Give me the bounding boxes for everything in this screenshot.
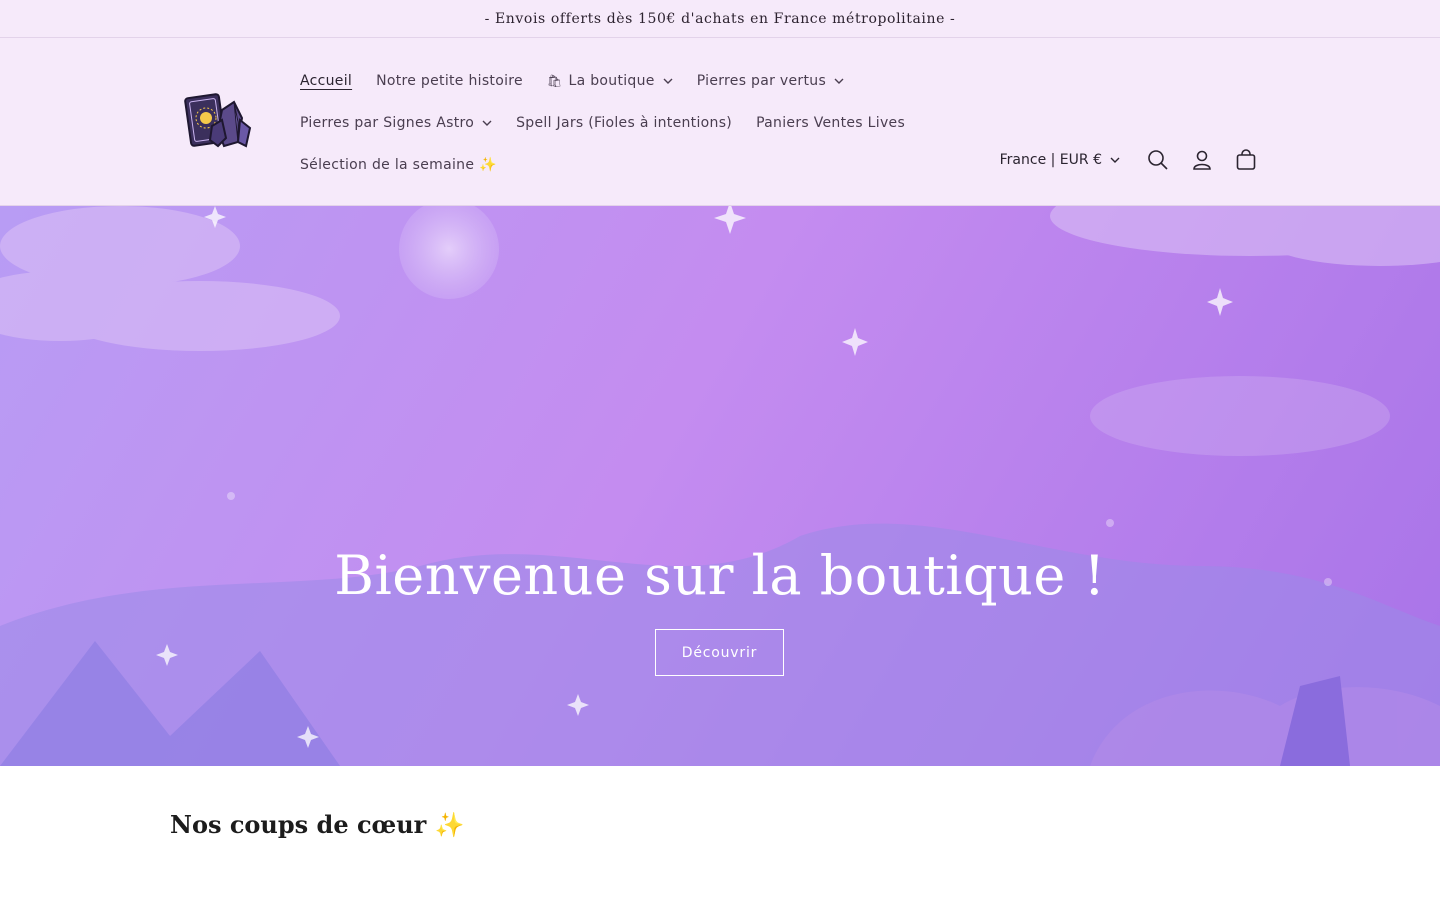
featured-section-title: Nos coups de cœur ✨ (170, 810, 465, 839)
main-navigation: Accueil Notre petite histoire 🛍 La bouti… (288, 60, 988, 186)
account-icon (1193, 150, 1211, 170)
nav-item-accueil[interactable]: Accueil (288, 73, 364, 89)
nav-item-label: Pierres par vertus (696, 73, 827, 89)
search-button[interactable] (1136, 138, 1180, 182)
nav-item-spell-jars[interactable]: Spell Jars (Fioles à intentions) (504, 115, 744, 131)
header-actions: France | EUR € (1000, 138, 1268, 182)
hero-background-illustration (0, 206, 1440, 766)
nav-item-selection-de-la-semaine[interactable]: Sélection de la semaine ✨ (288, 157, 509, 173)
country-currency-selector[interactable]: France | EUR € (1000, 152, 1120, 168)
discover-button[interactable]: Découvrir (655, 629, 784, 676)
nav-item-label: Pierres par Signes Astro (300, 115, 475, 131)
search-icon (1148, 150, 1168, 170)
site-logo[interactable] (182, 90, 252, 156)
chevron-down-icon (663, 78, 673, 84)
country-selector-label: France | EUR € (999, 152, 1102, 168)
hero-title: Bienvenue sur la boutique ! (334, 544, 1106, 607)
shopping-bag-icon: 🛍 (546, 74, 563, 88)
nav-row-3: Sélection de la semaine ✨ (288, 144, 988, 186)
nav-item-label: Accueil (300, 73, 353, 89)
chevron-down-icon (482, 120, 492, 126)
cart-button[interactable] (1224, 138, 1268, 182)
nav-item-label: Notre petite histoire (376, 73, 523, 89)
nav-item-notre-petite-histoire[interactable]: Notre petite histoire (364, 73, 535, 89)
hero-banner: Bienvenue sur la boutique ! Découvrir (0, 206, 1440, 766)
nav-item-label: Spell Jars (Fioles à intentions) (516, 115, 733, 131)
nav-row-1: Accueil Notre petite histoire 🛍 La bouti… (288, 60, 988, 102)
nav-item-label: Sélection de la semaine ✨ (300, 157, 497, 173)
nav-item-pierres-par-vertus[interactable]: Pierres par vertus (685, 73, 856, 89)
account-button[interactable] (1180, 138, 1224, 182)
announcement-bar: - Envois offerts dès 150€ d'achats en Fr… (0, 0, 1440, 38)
announcement-text: - Envois offerts dès 150€ d'achats en Fr… (484, 10, 956, 27)
nav-row-2: Pierres par Signes Astro Spell Jars (Fio… (288, 102, 988, 144)
cart-icon (1236, 149, 1256, 170)
nav-item-la-boutique[interactable]: 🛍 La boutique (535, 73, 685, 89)
nav-item-pierres-par-signes-astro[interactable]: Pierres par Signes Astro (288, 115, 504, 131)
nav-item-paniers-ventes-lives[interactable]: Paniers Ventes Lives (744, 115, 917, 131)
site-header: Accueil Notre petite histoire 🛍 La bouti… (0, 38, 1440, 206)
nav-item-label: Paniers Ventes Lives (756, 115, 906, 131)
chevron-down-icon (834, 78, 844, 84)
chevron-down-icon (1110, 157, 1120, 163)
nav-item-label: La boutique (568, 73, 655, 89)
tarot-crystal-logo-icon (184, 93, 252, 148)
